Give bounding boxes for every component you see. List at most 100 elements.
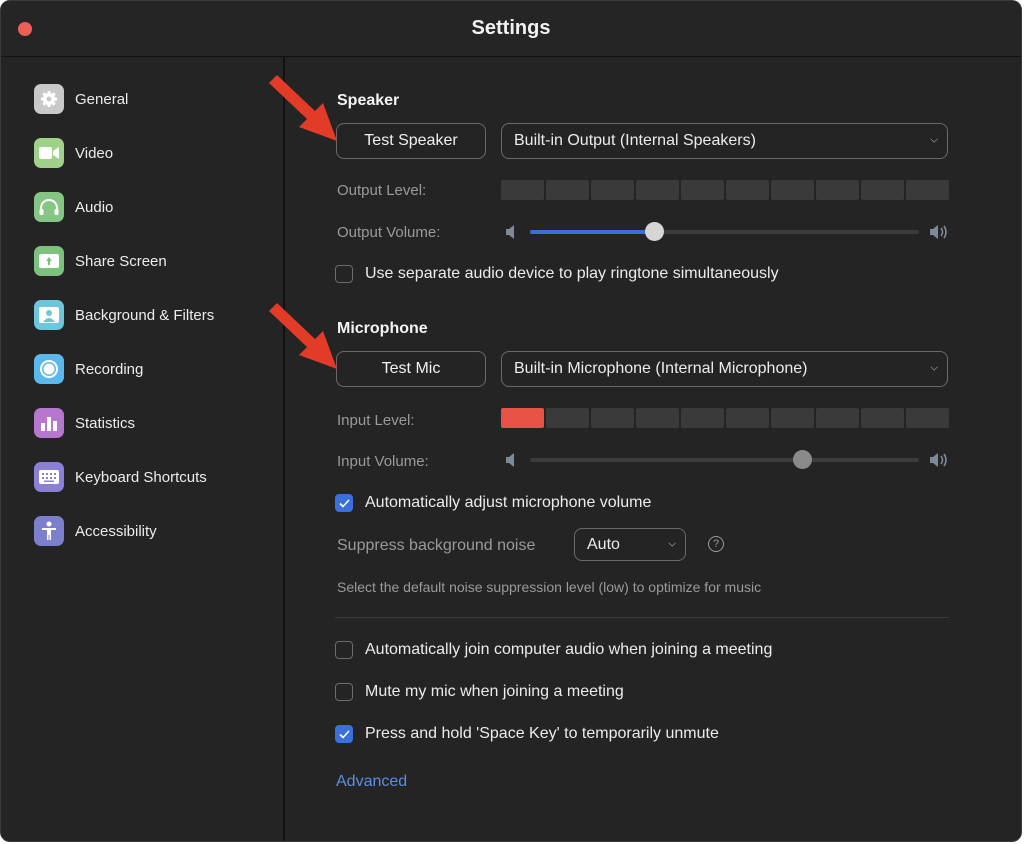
gear-icon (34, 84, 64, 114)
separate-ringtone-checkbox-row[interactable]: Use separate audio device to play ringto… (335, 265, 779, 283)
sidebar-item-label: Share Screen (75, 252, 167, 270)
input-volume-label: Input Volume: (337, 453, 429, 470)
sidebar-item-label: General (75, 90, 129, 108)
record-icon (34, 354, 64, 384)
level-segment (546, 408, 589, 428)
space-key-unmute-checkbox[interactable] (335, 725, 353, 743)
suppress-noise-select[interactable]: Auto ⌵ (574, 528, 686, 561)
title-bar: Settings (1, 1, 1021, 57)
checkbox-label: Automatically adjust microphone volume (365, 494, 652, 511)
sidebar: General Video Audio Share Screen Backgro… (1, 57, 285, 841)
slider-thumb[interactable] (645, 222, 665, 241)
level-segment (636, 408, 679, 428)
help-icon[interactable]: ? (708, 536, 724, 552)
auto-adjust-mic-checkbox-row[interactable]: Automatically adjust microphone volume (335, 494, 651, 512)
annotation-arrow-icon (269, 303, 337, 369)
slider-track[interactable] (530, 222, 919, 241)
settings-window: Settings General Video Audio Share Scree… (0, 0, 1022, 842)
audio-settings-panel: Speaker Test Speaker Built-in Output (In… (285, 57, 1021, 841)
speaker-high-icon (930, 453, 947, 467)
divider (335, 617, 949, 618)
output-volume-slider[interactable] (505, 220, 949, 244)
input-volume-slider[interactable] (505, 448, 949, 472)
auto-join-audio-checkbox[interactable] (335, 641, 353, 659)
level-segment (816, 408, 859, 428)
level-segment (906, 180, 949, 200)
sidebar-item-label: Keyboard Shortcuts (75, 468, 207, 486)
sidebar-item-audio[interactable]: Audio (34, 191, 113, 223)
microphone-section-title: Microphone (337, 320, 428, 337)
option-row[interactable]: Automatically join computer audio when j… (335, 641, 772, 659)
speaker-device-value: Built-in Output (Internal Speakers) (514, 132, 756, 149)
level-segment (771, 180, 814, 200)
accessibility-icon (34, 516, 64, 546)
mute-on-join-checkbox[interactable] (335, 683, 353, 701)
separate-ringtone-checkbox[interactable] (335, 265, 353, 283)
sidebar-item-label: Accessibility (75, 522, 157, 540)
speaker-low-icon (506, 453, 514, 467)
share-screen-icon (34, 246, 64, 276)
sidebar-item-label: Audio (75, 198, 114, 216)
sidebar-item-video[interactable]: Video (34, 137, 113, 169)
input-level-label: Input Level: (337, 412, 415, 429)
suppress-noise-hint: Select the default noise suppression lev… (337, 579, 762, 595)
chevron-down-icon: ⌵ (668, 537, 676, 549)
sidebar-item-background-filters[interactable]: Background & Filters (34, 299, 214, 331)
sidebar-item-label: Background & Filters (75, 306, 215, 324)
slider-track[interactable] (530, 450, 919, 469)
level-segment (591, 180, 634, 200)
sidebar-item-accessibility[interactable]: Accessibility (34, 515, 157, 547)
sidebar-item-general[interactable]: General (34, 83, 128, 115)
level-segment (681, 180, 724, 200)
sidebar-item-statistics[interactable]: Statistics (34, 407, 135, 439)
checkbox-label: Press and hold 'Space Key' to temporaril… (365, 725, 719, 742)
bar-chart-icon (34, 408, 64, 438)
sidebar-item-label: Recording (75, 360, 144, 378)
test-speaker-button[interactable]: Test Speaker (336, 123, 486, 159)
checkbox-label: Use separate audio device to play ringto… (365, 265, 779, 282)
sidebar-item-label: Video (75, 144, 114, 162)
level-segment (501, 180, 544, 200)
microphone-device-select[interactable]: Built-in Microphone (Internal Microphone… (501, 351, 948, 387)
chevron-down-icon: ⌵ (930, 134, 938, 146)
level-segment (546, 180, 589, 200)
speaker-high-icon (930, 225, 947, 239)
annotation-arrow-icon (269, 75, 337, 141)
level-segment (501, 408, 544, 428)
input-level-meter (501, 408, 949, 428)
level-segment (816, 180, 859, 200)
output-level-meter (501, 180, 949, 200)
level-segment (591, 408, 634, 428)
auto-adjust-mic-checkbox[interactable] (335, 494, 353, 512)
option-row[interactable]: Mute my mic when joining a meeting (335, 683, 624, 701)
sidebar-item-keyboard-shortcuts[interactable]: Keyboard Shortcuts (34, 461, 207, 493)
advanced-link[interactable]: Advanced (336, 773, 407, 791)
headphones-icon (34, 192, 64, 222)
sidebar-item-share-screen[interactable]: Share Screen (34, 245, 167, 277)
level-segment (771, 408, 814, 428)
suppress-noise-label: Suppress background noise (337, 537, 536, 554)
level-segment (726, 408, 769, 428)
test-mic-button[interactable]: Test Mic (336, 351, 486, 387)
option-row[interactable]: Press and hold 'Space Key' to temporaril… (335, 725, 719, 743)
output-volume-label: Output Volume: (337, 224, 441, 241)
level-segment (861, 408, 904, 428)
speaker-section-title: Speaker (337, 92, 400, 109)
level-segment (906, 408, 949, 428)
level-segment (636, 180, 679, 200)
slider-fill (530, 230, 655, 234)
sidebar-item-recording[interactable]: Recording (34, 353, 143, 385)
slider-thumb[interactable] (793, 450, 813, 469)
window-title: Settings (471, 17, 551, 39)
level-segment (726, 180, 769, 200)
background-person-icon (34, 300, 64, 330)
checkbox-label: Mute my mic when joining a meeting (365, 683, 624, 700)
suppress-noise-value: Auto (587, 535, 620, 553)
checkbox-label: Automatically join computer audio when j… (365, 641, 773, 658)
microphone-device-value: Built-in Microphone (Internal Microphone… (514, 360, 808, 377)
sidebar-item-label: Statistics (75, 414, 136, 432)
speaker-device-select[interactable]: Built-in Output (Internal Speakers) ⌵ (501, 123, 948, 159)
video-camera-icon (34, 138, 64, 168)
level-segment (861, 180, 904, 200)
speaker-low-icon (506, 225, 514, 239)
